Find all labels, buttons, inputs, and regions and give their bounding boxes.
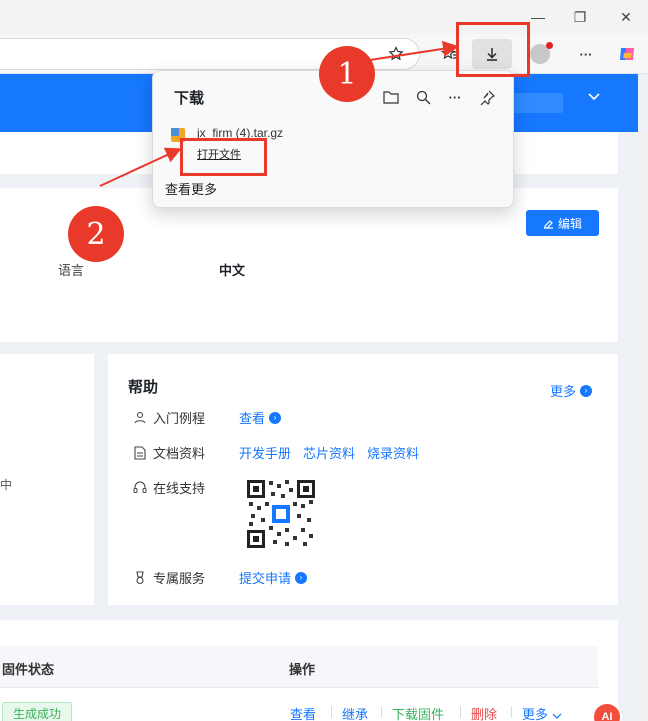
annotation-arrows: [99, 40, 459, 187]
annotation-arrow-one: [369, 40, 459, 61]
annotation-arrow-two: [99, 147, 182, 187]
